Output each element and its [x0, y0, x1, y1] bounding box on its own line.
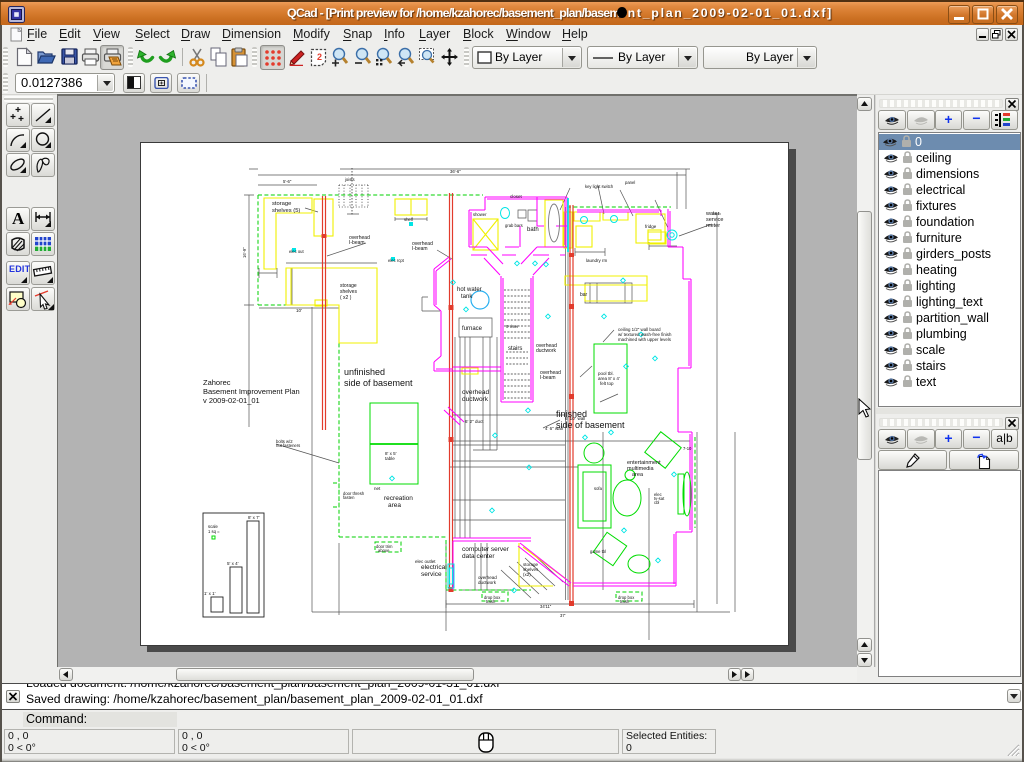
svg-text:hot water: hot water: [457, 287, 482, 293]
svg-text:unfinished: unfinished: [344, 367, 385, 377]
svg-text:felt top: felt top: [600, 381, 614, 386]
svg-text:36'-6": 36'-6": [450, 169, 461, 174]
svg-text:shower: shower: [473, 212, 487, 217]
svg-text:side of basement: side of basement: [344, 378, 413, 388]
svg-text:elec out: elec out: [289, 249, 305, 254]
svg-text:fridge: fridge: [645, 224, 657, 229]
svg-text:16'-9": 16'-9": [242, 247, 247, 258]
svg-text:1 sq =: 1 sq =: [208, 529, 220, 534]
svg-text:bath: bath: [527, 227, 539, 233]
svg-text:table: table: [385, 456, 395, 461]
svg-text:tank: tank: [461, 294, 473, 300]
svg-text:fasten: fasten: [343, 495, 355, 500]
svg-text:above: above: [378, 548, 390, 553]
svg-text:storage: storage: [272, 201, 291, 207]
svg-text:v 2009-02-01_01: v 2009-02-01_01: [203, 396, 260, 405]
svg-text:ductwork: ductwork: [478, 580, 497, 585]
svg-text:area: area: [632, 472, 644, 478]
svg-text:5'-6": 5'-6": [283, 179, 292, 184]
svg-text:elec rcpt: elec rcpt: [388, 258, 405, 263]
svg-text:trash: trash: [486, 599, 496, 604]
svg-text:game tbl: game tbl: [590, 549, 606, 554]
svg-text:shelf: shelf: [404, 217, 414, 222]
svg-text:shelves (5): shelves (5): [272, 208, 300, 214]
svg-text:overhead: overhead: [462, 389, 489, 396]
svg-text:2: 2: [317, 52, 322, 62]
svg-text:finished: finished: [556, 409, 587, 419]
svg-text:37': 37': [560, 613, 566, 618]
svg-text:7-10: 7-10: [683, 446, 692, 451]
svg-text:cbl: cbl: [654, 500, 659, 505]
svg-text:net: net: [374, 486, 381, 491]
svg-text:key light switch: key light switch: [585, 184, 614, 189]
svg-text:recreation: recreation: [384, 495, 413, 502]
svg-text:34'11": 34'11": [540, 604, 552, 609]
svg-text:Basement Improvement Plan: Basement Improvement Plan: [203, 387, 300, 396]
svg-text:laundry rm: laundry rm: [586, 258, 608, 263]
svg-text:electrical: electrical: [421, 564, 447, 571]
svg-text:stairs: stairs: [508, 346, 522, 352]
svg-text:side of basement: side of basement: [556, 420, 625, 430]
svg-text:( x2 ): ( x2 ): [340, 295, 352, 301]
svg-text:panel: panel: [625, 180, 635, 185]
svg-text:9 riser: 9 riser: [506, 324, 519, 329]
svg-text:bar: bar: [580, 292, 588, 298]
svg-text:area: area: [388, 502, 401, 509]
svg-text:computer server: computer server: [462, 546, 510, 553]
svg-text:joists: joists: [344, 177, 355, 182]
svg-text:Zahorec: Zahorec: [203, 378, 231, 387]
svg-text:(x2): (x2): [523, 572, 531, 577]
svg-text:nut fasteners: nut fasteners: [276, 443, 300, 448]
svg-text:data center: data center: [462, 553, 495, 560]
svg-text:1' x 1': 1' x 1': [204, 591, 216, 596]
svg-text:meter: meter: [706, 223, 720, 229]
svg-text:closet: closet: [510, 194, 523, 199]
svg-text:sofa: sofa: [594, 486, 603, 491]
svg-text:grab bars: grab bars: [505, 223, 523, 228]
svg-text:trash: trash: [620, 599, 630, 604]
svg-text:machined with upper levels: machined with upper levels: [618, 337, 672, 342]
svg-text:I-beam: I-beam: [412, 246, 428, 252]
svg-text:I-beam: I-beam: [540, 375, 556, 381]
svg-text:ductwork: ductwork: [536, 348, 557, 354]
svg-text:6' 2" duct: 6' 2" duct: [465, 419, 484, 424]
svg-text:8' x 7': 8' x 7': [248, 515, 260, 520]
svg-text:10': 10': [296, 308, 302, 313]
svg-text:ductwork: ductwork: [462, 396, 489, 403]
svg-text:service: service: [421, 571, 442, 578]
svg-text:furnace: furnace: [462, 326, 483, 332]
svg-text:5' x 4': 5' x 4': [227, 561, 239, 566]
svg-text:I-beam: I-beam: [349, 240, 365, 246]
